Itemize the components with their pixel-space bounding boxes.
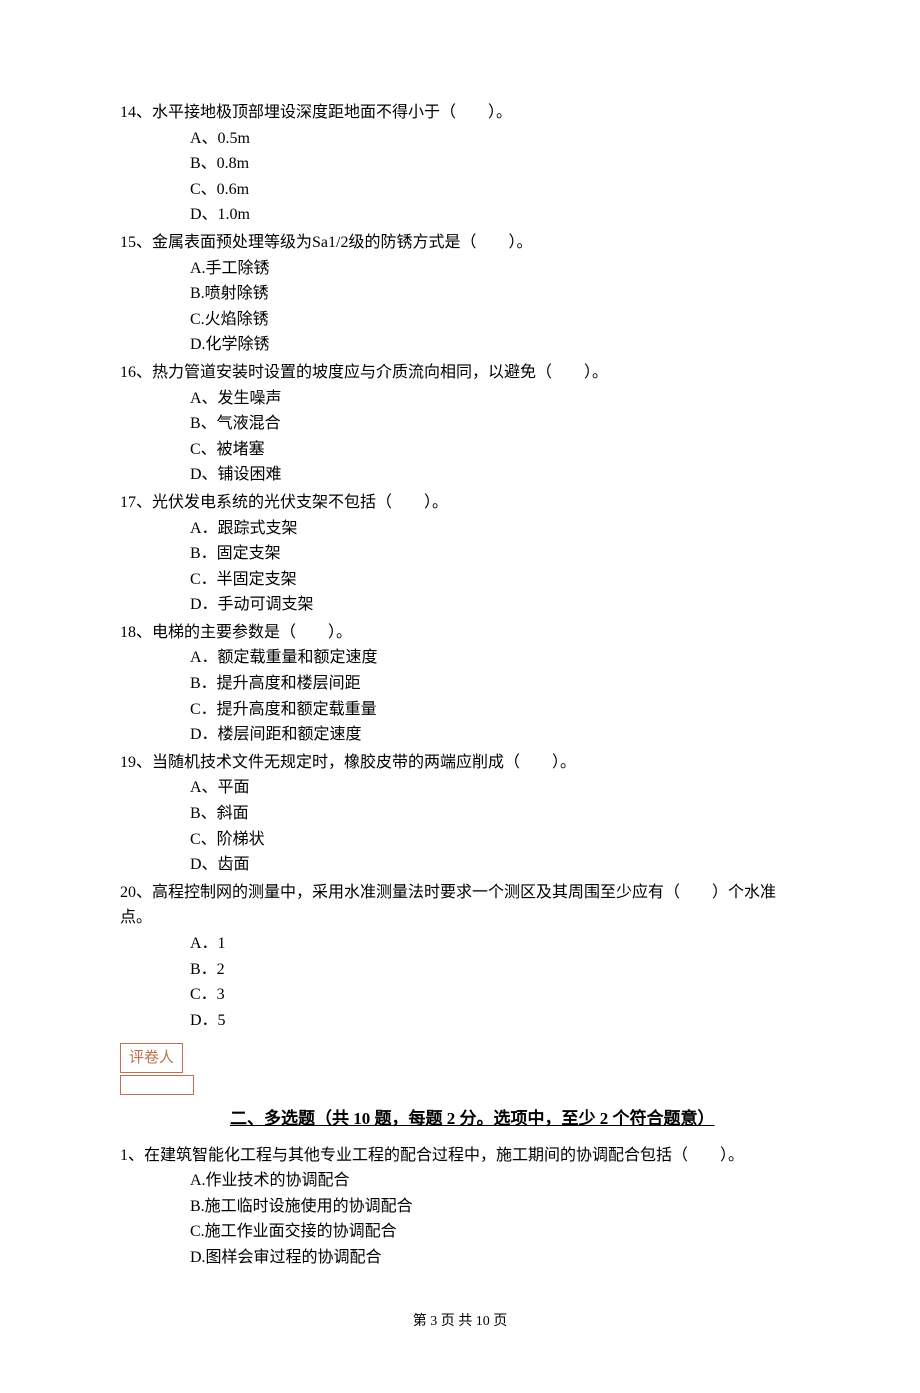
option-b: B.喷射除锈 xyxy=(190,281,800,307)
question-text: 在建筑智能化工程与其他专业工程的配合过程中，施工期间的协调配合包括（ ）。 xyxy=(144,1147,744,1164)
option-b: B．2 xyxy=(190,957,800,983)
option-a: A、0.5m xyxy=(190,126,800,152)
option-b: B、气液混合 xyxy=(190,411,800,437)
option-b: B、0.8m xyxy=(190,151,800,177)
question-16: 16、热力管道安装时设置的坡度应与介质流向相同，以避免（ ）。 A、发生噪声 B… xyxy=(120,360,800,488)
option-d: D．手动可调支架 xyxy=(190,592,800,618)
option-c: C．提升高度和额定载重量 xyxy=(190,697,800,723)
option-a: A.作业技术的协调配合 xyxy=(190,1168,800,1194)
option-c: C．3 xyxy=(190,982,800,1008)
question-number: 17、 xyxy=(120,494,152,511)
question-19: 19、当随机技术文件无规定时，橡胶皮带的两端应削成（ ）。 A、平面 B、斜面 … xyxy=(120,750,800,878)
option-c: C.施工作业面交接的协调配合 xyxy=(190,1219,800,1245)
question-number: 18、 xyxy=(120,624,152,641)
reviewer-label: 评卷人 xyxy=(129,1050,174,1066)
option-a: A.手工除锈 xyxy=(190,256,800,282)
option-a: A．额定载重量和额定速度 xyxy=(190,645,800,671)
question-number: 19、 xyxy=(120,754,152,771)
option-d: D．楼层间距和额定速度 xyxy=(190,722,800,748)
question-20: 20、高程控制网的测量中，采用水准测量法时要求一个测区及其周围至少应有（ ）个水… xyxy=(120,880,800,1034)
section-2-heading: 二、多选题（共 10 题，每题 2 分。选项中，至少 2 个符合题意） xyxy=(230,1105,800,1132)
option-a: A、发生噪声 xyxy=(190,386,800,412)
question-text: 热力管道安装时设置的坡度应与介质流向相同，以避免（ ）。 xyxy=(152,364,608,381)
option-d: D．5 xyxy=(190,1008,800,1034)
multi-question-1: 1、在建筑智能化工程与其他专业工程的配合过程中，施工期间的协调配合包括（ ）。 … xyxy=(120,1143,800,1271)
option-b: B、斜面 xyxy=(190,801,800,827)
option-a: A．跟踪式支架 xyxy=(190,516,800,542)
page-footer: 第 3 页 共 10 页 xyxy=(120,1311,800,1333)
option-a: A．1 xyxy=(190,931,800,957)
option-d: D.化学除锈 xyxy=(190,332,800,358)
reviewer-empty-box xyxy=(120,1075,194,1095)
question-17: 17、光伏发电系统的光伏支架不包括（ ）。 A．跟踪式支架 B．固定支架 C．半… xyxy=(120,490,800,618)
option-a: A、平面 xyxy=(190,775,800,801)
option-b: B．固定支架 xyxy=(190,541,800,567)
option-c: C.火焰除锈 xyxy=(190,307,800,333)
question-14: 14、水平接地极顶部埋设深度距地面不得小于（ ）。 A、0.5m B、0.8m … xyxy=(120,100,800,228)
question-18: 18、电梯的主要参数是（ ）。 A．额定载重量和额定速度 B．提升高度和楼层间距… xyxy=(120,620,800,748)
option-c: C、被堵塞 xyxy=(190,437,800,463)
question-text: 金属表面预处理等级为Sa1/2级的防锈方式是（ ）。 xyxy=(152,234,532,251)
option-d: D、1.0m xyxy=(190,202,800,228)
question-text: 电梯的主要参数是（ ）。 xyxy=(152,624,352,641)
option-b: B．提升高度和楼层间距 xyxy=(190,671,800,697)
option-b: B.施工临时设施使用的协调配合 xyxy=(190,1194,800,1220)
option-c: C、阶梯状 xyxy=(190,827,800,853)
option-d: D.图样会审过程的协调配合 xyxy=(190,1245,800,1271)
reviewer-label-box: 评卷人 xyxy=(120,1043,183,1073)
question-text: 光伏发电系统的光伏支架不包括（ ）。 xyxy=(152,494,448,511)
question-number: 20、 xyxy=(120,884,152,901)
option-c: C、0.6m xyxy=(190,177,800,203)
question-number: 15、 xyxy=(120,234,152,251)
option-c: C．半固定支架 xyxy=(190,567,800,593)
question-number: 14、 xyxy=(120,104,152,121)
question-text: 当随机技术文件无规定时，橡胶皮带的两端应削成（ ）。 xyxy=(152,754,576,771)
option-d: D、铺设困难 xyxy=(190,462,800,488)
question-number: 1、 xyxy=(120,1147,144,1164)
question-15: 15、金属表面预处理等级为Sa1/2级的防锈方式是（ ）。 A.手工除锈 B.喷… xyxy=(120,230,800,358)
question-number: 16、 xyxy=(120,364,152,381)
option-d: D、齿面 xyxy=(190,852,800,878)
question-text: 水平接地极顶部埋设深度距地面不得小于（ ）。 xyxy=(152,104,512,121)
question-text: 高程控制网的测量中，采用水准测量法时要求一个测区及其周围至少应有（ ）个水准点。 xyxy=(120,884,776,927)
